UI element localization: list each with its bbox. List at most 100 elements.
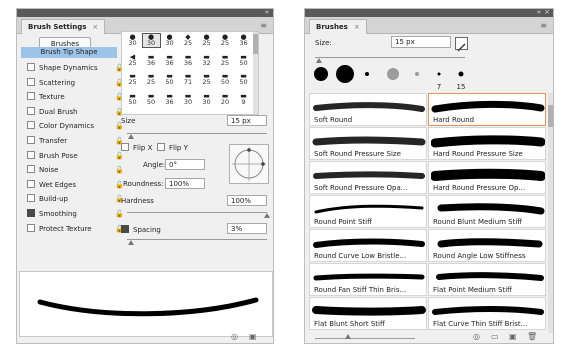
visibility-icon[interactable]: ◎ (473, 332, 480, 341)
brush-tip[interactable]: ▬ 36 (143, 53, 160, 67)
recent-brush[interactable] (335, 64, 355, 92)
preview-size-knob[interactable] (345, 334, 351, 339)
recent-brush[interactable] (311, 64, 331, 92)
option-row[interactable]: Texture 🔓 (27, 92, 124, 103)
panel-menu-icon[interactable]: ≡ (260, 21, 267, 30)
option-row[interactable]: Noise 🔓 (27, 165, 124, 176)
brush-tip[interactable]: ▬ 50 (143, 92, 160, 106)
folder-icon[interactable]: ▭ (491, 332, 499, 341)
flip-y-option[interactable]: Flip Y (157, 143, 188, 152)
size-slider[interactable] (315, 57, 465, 58)
option-row[interactable]: Protect Texture 🔓 (27, 223, 124, 235)
close-panel-icon[interactable]: × (544, 8, 550, 16)
size-field[interactable]: 15 px (391, 36, 451, 48)
brush-tip[interactable]: ▬ 50 (235, 73, 252, 86)
flip-x-option[interactable]: Flip X (121, 143, 152, 152)
option-checkbox[interactable] (27, 223, 35, 232)
option-checkbox[interactable] (27, 92, 35, 101)
brush-tip[interactable]: ▬ 25 (124, 73, 141, 86)
option-row[interactable]: Transfer 🔓 (27, 136, 124, 147)
hardness-slider-knob[interactable] (264, 213, 270, 218)
brush-preset[interactable]: Flat Blunt Short Stiff (309, 297, 427, 330)
recent-brush[interactable] (407, 64, 427, 92)
option-checkbox[interactable] (27, 194, 35, 203)
collapse-icon[interactable]: « (265, 8, 269, 16)
brush-tip[interactable]: ● 25 (198, 34, 215, 47)
brush-preset[interactable]: Hard Round (428, 93, 546, 126)
option-checkbox[interactable] (27, 209, 35, 217)
panel-title-bar[interactable]: « × (305, 8, 553, 17)
brush-tip[interactable]: ▬ 25 (217, 53, 234, 67)
delete-icon[interactable]: 🗑 (527, 332, 537, 341)
size-slider-knob[interactable] (316, 58, 322, 63)
brush-tip[interactable]: ▬ 30 (180, 92, 197, 106)
option-checkbox[interactable] (27, 150, 35, 159)
brush-preset[interactable]: Round Curve Low Bristle... (309, 229, 427, 262)
brush-tip-shape-item[interactable]: Brush Tip Shape (21, 47, 117, 58)
new-preset-icon[interactable]: ▣ (249, 332, 257, 341)
brush-tip[interactable]: ▬ 25 (198, 73, 215, 86)
brush-preset[interactable]: Hard Round Pressure Size (428, 127, 546, 160)
brush-tip[interactable]: ▬ 50 (235, 53, 252, 67)
option-checkbox[interactable] (27, 179, 35, 188)
brush-preset[interactable]: Hard Round Pressure Op... (428, 161, 546, 194)
lock-icon[interactable]: 🔓 (115, 165, 124, 176)
hardness-slider[interactable] (127, 212, 267, 213)
option-checkbox[interactable] (27, 106, 35, 115)
collapse-icon[interactable]: « (537, 8, 541, 16)
panel-title-bar[interactable]: « (17, 8, 273, 17)
option-checkbox[interactable] (27, 136, 35, 144)
brush-tip[interactable]: ▬ 36 (161, 53, 178, 67)
scrollbar-thumb[interactable] (253, 34, 258, 54)
brush-tip[interactable]: ▬ 50 (161, 73, 178, 86)
brush-tip[interactable]: ● 30 (161, 34, 178, 47)
tip-grid-scrollbar[interactable] (253, 32, 258, 114)
recent-brush[interactable]: 15 (451, 64, 471, 92)
brush-tip[interactable]: ▬ 9 (235, 92, 252, 106)
option-row[interactable]: Brush Pose 🔓 (27, 150, 124, 162)
roundness-field[interactable]: 100% (165, 178, 205, 189)
brush-preset[interactable]: Round Angle Low Stiffness (428, 229, 546, 262)
recent-brush[interactable] (357, 64, 377, 92)
option-row[interactable]: Wet Edges 🔓 (27, 179, 124, 191)
panel-menu-icon[interactable]: ≡ (540, 21, 547, 30)
option-checkbox[interactable] (27, 165, 35, 174)
option-row[interactable]: Smoothing 🔓 (27, 209, 124, 220)
brush-tip[interactable]: ▬ 36 (180, 53, 197, 67)
option-row[interactable]: Build-up 🔓 (27, 194, 124, 205)
preview-size-slider[interactable] (315, 338, 415, 339)
brush-preset[interactable]: Round Fan Stiff Thin Bris... (309, 263, 427, 296)
brush-tip[interactable]: ▬ 36 (161, 92, 178, 106)
visibility-icon[interactable]: ◎ (231, 332, 238, 341)
brush-tip[interactable]: ● 30 (141, 33, 161, 48)
brush-tip[interactable]: ▬ 30 (198, 92, 215, 106)
option-row[interactable]: Scattering 🔓 (27, 77, 124, 89)
option-checkbox[interactable] (27, 77, 35, 86)
option-row[interactable]: Dual Brush 🔓 (27, 106, 124, 118)
tab-brushes[interactable]: Brushes × (309, 19, 367, 34)
brush-tip[interactable]: ◀ 25 (124, 53, 141, 67)
preset-list-scrollbar[interactable] (548, 93, 553, 333)
brush-tip[interactable]: ● 25 (217, 34, 234, 47)
brush-tip[interactable]: ▬ 20 (217, 92, 234, 106)
brush-tip[interactable]: ● 30 (124, 34, 141, 47)
brush-tip[interactable]: ▬ 25 (143, 73, 160, 86)
flip-y-checkbox[interactable] (157, 143, 165, 151)
option-checkbox[interactable] (27, 63, 35, 71)
lock-icon[interactable]: 🔓 (115, 209, 124, 220)
brush-preset[interactable]: Soft Round (309, 93, 427, 126)
spacing-slider-knob[interactable] (128, 240, 134, 245)
spacing-checkbox[interactable] (121, 225, 129, 233)
brush-tip[interactable]: ▬ 50 (217, 73, 234, 86)
flip-x-checkbox[interactable] (121, 143, 129, 151)
tab-brush-settings[interactable]: Brush Settings × (21, 19, 106, 34)
recent-brush[interactable] (383, 64, 403, 92)
scrollbar-thumb[interactable] (548, 105, 553, 127)
lock-icon[interactable]: 🔓 (115, 151, 124, 162)
brush-preset[interactable]: Flat Curve Thin Stiff Brist... (428, 297, 546, 330)
size-slider-knob[interactable] (128, 134, 134, 139)
brush-tip[interactable]: ▬ 32 (198, 53, 215, 67)
option-row[interactable]: Shape Dynamics 🔓 (27, 63, 124, 74)
recent-brush[interactable]: 7 (429, 64, 449, 92)
close-icon[interactable]: × (92, 23, 98, 31)
